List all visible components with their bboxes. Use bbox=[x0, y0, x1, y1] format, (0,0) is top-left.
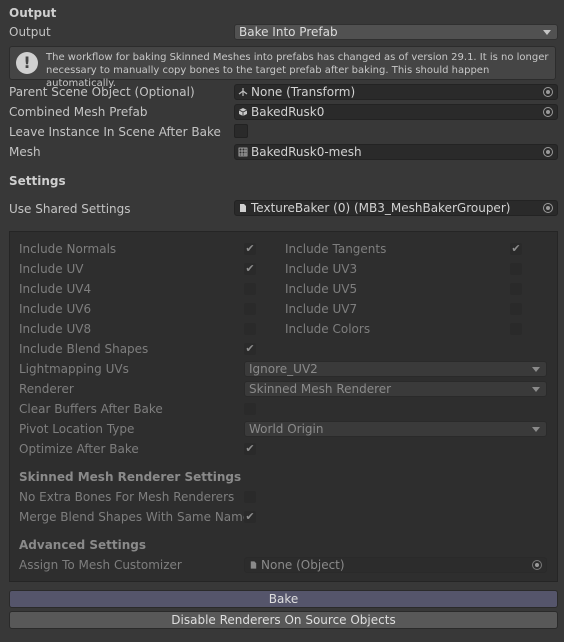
include-uv5-checkbox bbox=[510, 283, 522, 295]
include-colors-label: Include Colors bbox=[285, 322, 371, 336]
object-picker-icon bbox=[532, 560, 542, 570]
include-colors-checkbox bbox=[510, 323, 522, 335]
include-uv8-checkbox bbox=[244, 323, 256, 335]
include-normals-checkbox: ✔ bbox=[244, 242, 256, 255]
shared-settings-label: Use Shared Settings bbox=[9, 202, 131, 216]
leave-instance-checkbox[interactable] bbox=[234, 124, 248, 138]
combined-prefab-field[interactable]: BakedRusk0 bbox=[234, 104, 558, 120]
bake-button[interactable]: Bake bbox=[9, 590, 558, 608]
document-icon bbox=[250, 561, 257, 569]
clear-buffers-checkbox bbox=[244, 403, 256, 415]
include-uv-checkbox: ✔ bbox=[244, 262, 256, 275]
assign-customizer-value: None (Object) bbox=[261, 558, 345, 572]
include-blend-shapes-checkbox: ✔ bbox=[244, 342, 256, 355]
skinned-settings-header: Skinned Mesh Renderer Settings bbox=[19, 470, 242, 484]
mesh-field[interactable]: BakedRusk0-mesh bbox=[234, 144, 558, 160]
include-blend-shapes-label: Include Blend Shapes bbox=[19, 342, 149, 356]
chevron-down-icon bbox=[532, 427, 540, 432]
output-header: Output bbox=[9, 6, 57, 20]
info-icon: ! bbox=[16, 52, 38, 74]
optimize-after-bake-checkbox: ✔ bbox=[244, 442, 256, 455]
mesh-value: BakedRusk0-mesh bbox=[251, 145, 362, 159]
combined-prefab-value: BakedRusk0 bbox=[251, 105, 325, 119]
include-uv3-checkbox bbox=[510, 263, 522, 275]
parent-object-label: Parent Scene Object (Optional) bbox=[9, 85, 195, 99]
include-uv8-label: Include UV8 bbox=[19, 322, 92, 336]
include-uv3-label: Include UV3 bbox=[285, 262, 358, 276]
output-dropdown[interactable]: Bake Into Prefab bbox=[234, 24, 558, 40]
output-dropdown-value: Bake Into Prefab bbox=[239, 25, 338, 39]
include-uv4-checkbox bbox=[244, 283, 256, 295]
advanced-settings-header: Advanced Settings bbox=[19, 538, 147, 552]
parent-object-field[interactable]: None (Transform) bbox=[234, 84, 558, 100]
include-normals-label: Include Normals bbox=[19, 242, 117, 256]
combined-prefab-label: Combined Mesh Prefab bbox=[9, 105, 148, 119]
assign-customizer-label: Assign To Mesh Customizer bbox=[19, 558, 182, 572]
include-tangents-label: Include Tangents bbox=[285, 242, 387, 256]
optimize-after-bake-label: Optimize After Bake bbox=[19, 442, 139, 456]
include-uv6-label: Include UV6 bbox=[19, 302, 92, 316]
include-uv7-checkbox bbox=[510, 303, 522, 315]
transform-icon bbox=[238, 88, 248, 96]
include-uv4-label: Include UV4 bbox=[19, 282, 92, 296]
merge-blend-shapes-checkbox: ✔ bbox=[244, 510, 256, 523]
renderer-value: Skinned Mesh Renderer bbox=[249, 382, 392, 396]
mesh-icon bbox=[238, 147, 248, 157]
script-file-icon bbox=[240, 204, 246, 212]
output-label: Output bbox=[9, 25, 51, 39]
include-tangents-checkbox: ✔ bbox=[510, 242, 522, 255]
pivot-location-dropdown: World Origin bbox=[244, 421, 547, 437]
include-uv6-checkbox bbox=[244, 303, 256, 315]
lightmapping-uvs-label: Lightmapping UVs bbox=[19, 362, 129, 376]
prefab-icon bbox=[238, 108, 248, 116]
assign-customizer-field: None (Object) bbox=[244, 557, 547, 573]
clear-buffers-label: Clear Buffers After Bake bbox=[19, 402, 163, 416]
include-uv7-label: Include UV7 bbox=[285, 302, 358, 316]
shared-settings-value: TextureBaker (0) (MB3_MeshBakerGrouper) bbox=[251, 201, 511, 215]
renderer-dropdown: Skinned Mesh Renderer bbox=[244, 381, 547, 397]
no-extra-bones-checkbox bbox=[244, 491, 256, 503]
chevron-down-icon bbox=[532, 367, 540, 372]
lightmapping-uvs-dropdown: Ignore_UV2 bbox=[244, 361, 547, 377]
parent-object-value: None (Transform) bbox=[251, 85, 356, 99]
pivot-location-label: Pivot Location Type bbox=[19, 422, 135, 436]
settings-header: Settings bbox=[9, 174, 66, 188]
include-uv-label: Include UV bbox=[19, 262, 84, 276]
include-uv5-label: Include UV5 bbox=[285, 282, 358, 296]
chevron-down-icon bbox=[543, 30, 551, 35]
object-picker-icon[interactable] bbox=[543, 87, 553, 97]
disable-renderers-button[interactable]: Disable Renderers On Source Objects bbox=[9, 611, 558, 629]
object-picker-icon[interactable] bbox=[543, 147, 553, 157]
lightmapping-uvs-value: Ignore_UV2 bbox=[249, 362, 318, 376]
pivot-location-value: World Origin bbox=[249, 422, 324, 436]
merge-blend-shapes-label: Merge Blend Shapes With Same Names bbox=[19, 510, 257, 524]
chevron-down-icon bbox=[532, 387, 540, 392]
shared-settings-field[interactable]: TextureBaker (0) (MB3_MeshBakerGrouper) bbox=[234, 200, 558, 216]
mesh-label: Mesh bbox=[9, 145, 41, 159]
help-box: ! The workflow for baking Skinned Meshes… bbox=[9, 46, 556, 89]
no-extra-bones-label: No Extra Bones For Mesh Renderers bbox=[19, 490, 235, 504]
object-picker-icon[interactable] bbox=[543, 107, 553, 117]
leave-instance-label: Leave Instance In Scene After Bake bbox=[9, 125, 221, 139]
renderer-label: Renderer bbox=[19, 382, 74, 396]
object-picker-icon[interactable] bbox=[543, 203, 553, 213]
